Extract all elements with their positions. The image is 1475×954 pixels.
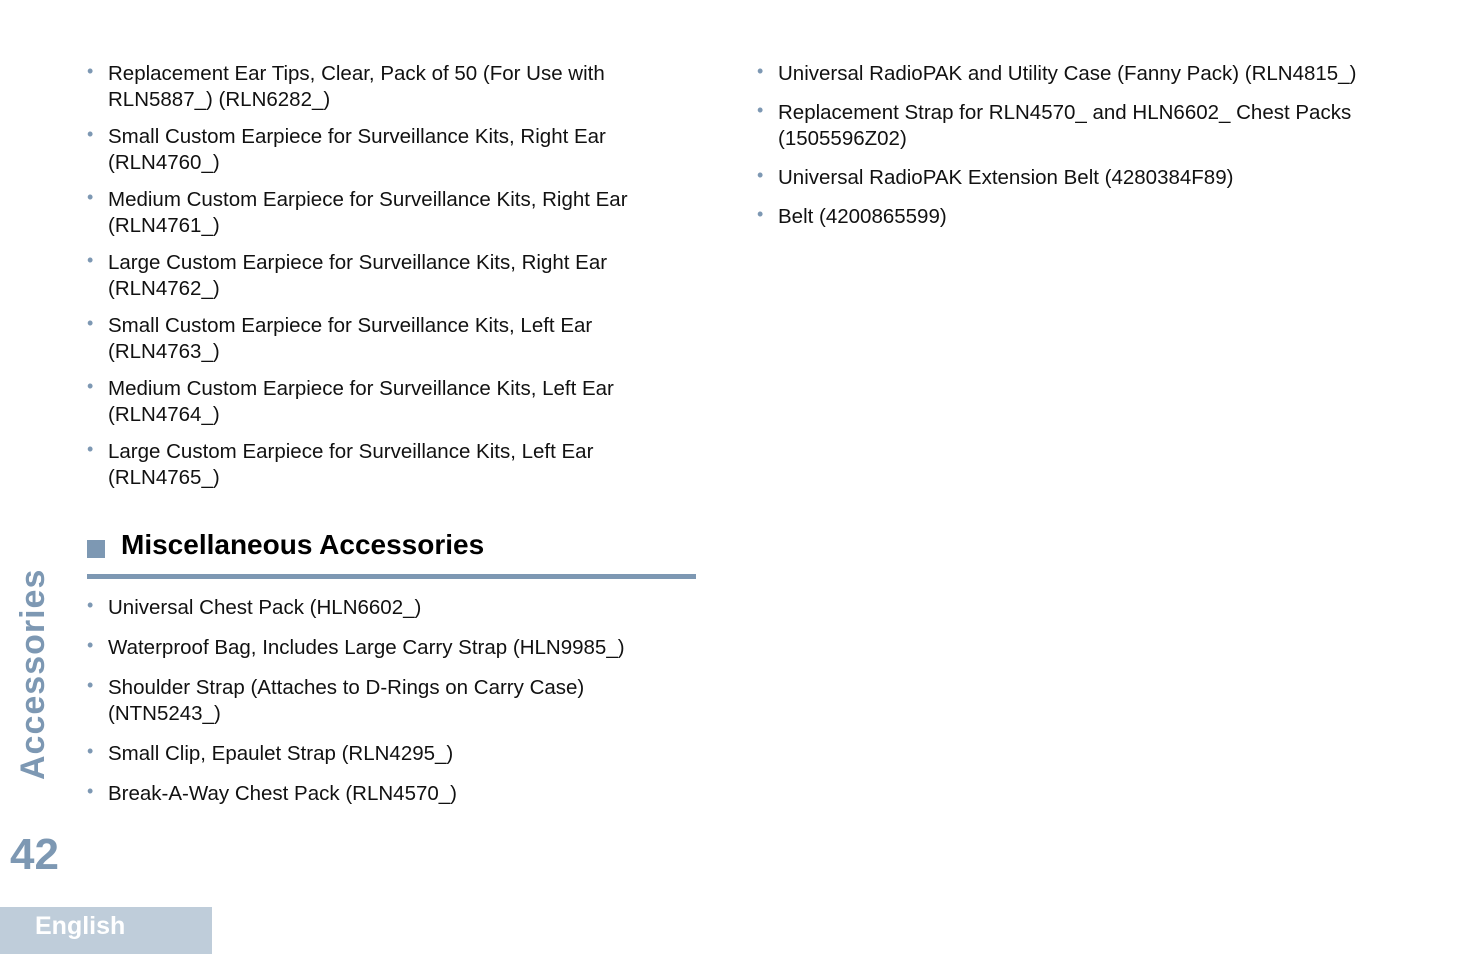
list-item: • Universal Chest Pack (HLN6602_) [87, 595, 702, 621]
bullet-icon: • [87, 61, 94, 81]
list-item: • Belt (4200865599) [757, 204, 1377, 230]
list-item: • Large Custom Earpiece for Surveillance … [87, 439, 702, 491]
section-title: Miscellaneous Accessories [121, 529, 485, 560]
page-number: 42 [10, 830, 59, 879]
list-item: • Medium Custom Earpiece for Surveillance… [87, 376, 702, 428]
bullet-icon: • [87, 595, 94, 615]
chapter-side-tab: Accessories [14, 568, 52, 780]
bullet-icon: • [87, 313, 94, 333]
bullet-icon: • [87, 635, 94, 655]
bullet-icon: • [87, 376, 94, 396]
list-item: • Break-A-Way Chest Pack (RLN4570_) [87, 781, 702, 807]
bullet-icon: • [87, 439, 94, 459]
bullet-icon: • [87, 741, 94, 761]
list-item: • Replacement Ear Tips, Clear, Pack of 50… [87, 61, 702, 113]
list-item: • Small Clip, Epaulet Strap (RLN4295_) [87, 741, 702, 767]
bullet-icon: • [87, 250, 94, 270]
bullet-icon: • [87, 781, 94, 801]
list-item: • Replacement Strap for RLN4570_ and HLN6… [757, 100, 1377, 152]
bullet-icon: • [87, 124, 94, 144]
list-item: • Shoulder Strap (Attaches to D-Rings on … [87, 675, 702, 727]
list-item: • Waterproof Bag, Includes Large Carry St… [87, 635, 702, 661]
bullet-icon: • [757, 165, 764, 185]
bullet-icon: • [757, 61, 764, 81]
section-heading: Miscellaneous Accessories [87, 528, 696, 579]
heading-square-icon [87, 540, 105, 558]
right-column: • Universal RadioPAK and Utility Case (Fa… [757, 61, 1377, 243]
earpiece-list: • Replacement Ear Tips, Clear, Pack of 50… [87, 61, 702, 491]
list-item: • Universal RadioPAK and Utility Case (Fa… [757, 61, 1377, 87]
bullet-icon: • [87, 675, 94, 695]
language-label: English [35, 912, 126, 940]
list-item: • Small Custom Earpiece for Surveillance … [87, 124, 702, 176]
language-tab: English [0, 907, 212, 954]
bullet-icon: • [757, 204, 764, 224]
misc-accessories-list: • Universal Chest Pack (HLN6602_) • Waterp… [87, 595, 702, 821]
bullet-icon: • [87, 187, 94, 207]
list-item: • Medium Custom Earpiece for Surveillance… [87, 187, 702, 239]
bullet-icon: • [757, 100, 764, 120]
left-column: • Replacement Ear Tips, Clear, Pack of 50… [87, 61, 702, 502]
list-item: • Small Custom Earpiece for Surveillance … [87, 313, 702, 365]
list-item: • Large Custom Earpiece for Surveillance … [87, 250, 702, 302]
list-item: • Universal RadioPAK Extension Belt (4280… [757, 165, 1377, 191]
